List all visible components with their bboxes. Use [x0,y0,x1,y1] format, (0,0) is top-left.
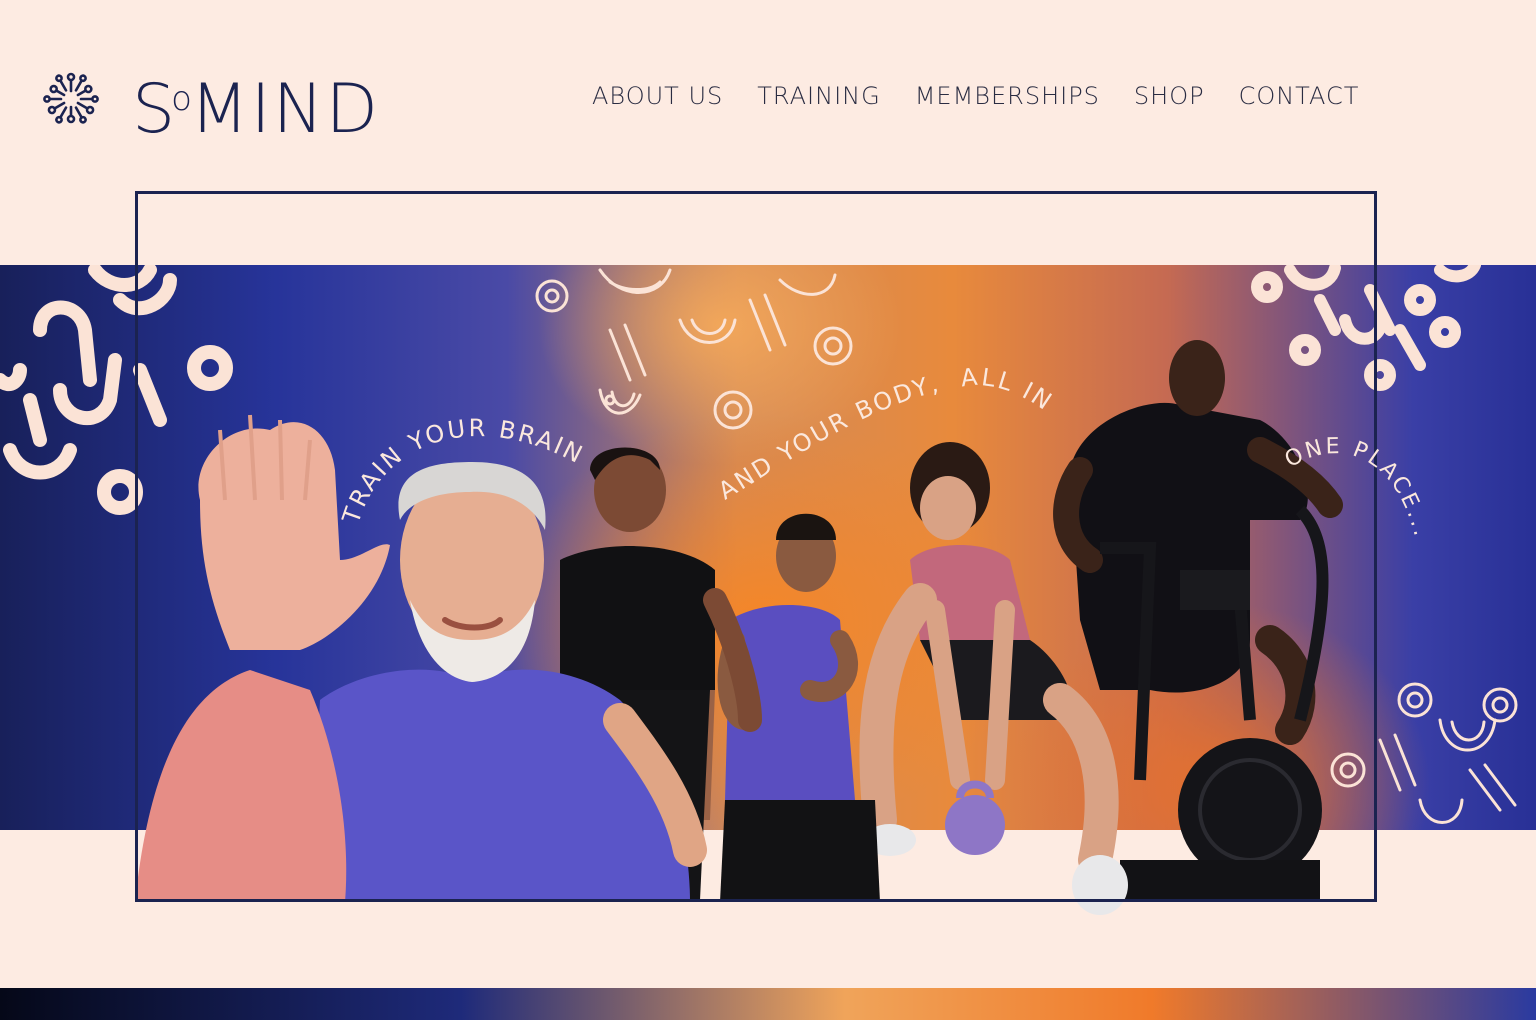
tagline-line-3: ONE PLACE... [1281,434,1434,541]
hero-tagline: TRAIN YOUR BRAIN AND YOUR BODY, ALL IN O… [337,362,1434,541]
footer-gradient-bar [0,988,1536,1020]
tagline-line-1: TRAIN YOUR BRAIN [337,414,589,528]
